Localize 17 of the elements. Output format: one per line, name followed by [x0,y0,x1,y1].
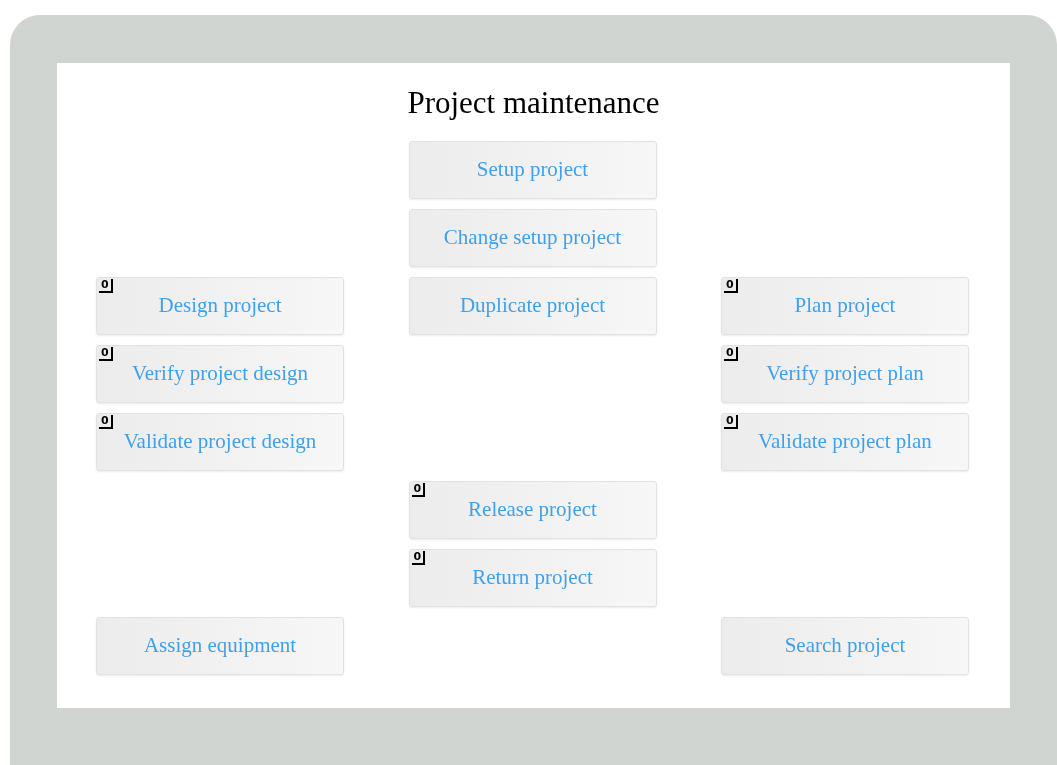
count-badge: 0 [411,551,426,565]
count-badge: 0 [99,415,113,429]
count-badge: 0 [411,483,426,497]
action-tile[interactable]: 0 Verify project plan [721,345,969,403]
action-tile[interactable]: 0 Plan project [721,277,969,335]
action-tile[interactable]: 0 Validate project plan [721,413,969,471]
action-tile[interactable]: 0 Release project [408,481,657,539]
count-badge: 0 [99,279,113,293]
count-badge: 0 [724,415,738,429]
action-tile[interactable]: 0 Validate project design [96,413,344,471]
action-tile[interactable]: 0 Return project [408,549,657,607]
page-title: Project maintenance [406,85,661,121]
action-tile[interactable]: 0 Verify project design [96,345,344,403]
count-badge: 0 [99,347,113,361]
count-badge: 0 [724,279,738,293]
action-tile[interactable]: 0 Design project [96,277,344,335]
count-badge: 0 [724,347,738,361]
